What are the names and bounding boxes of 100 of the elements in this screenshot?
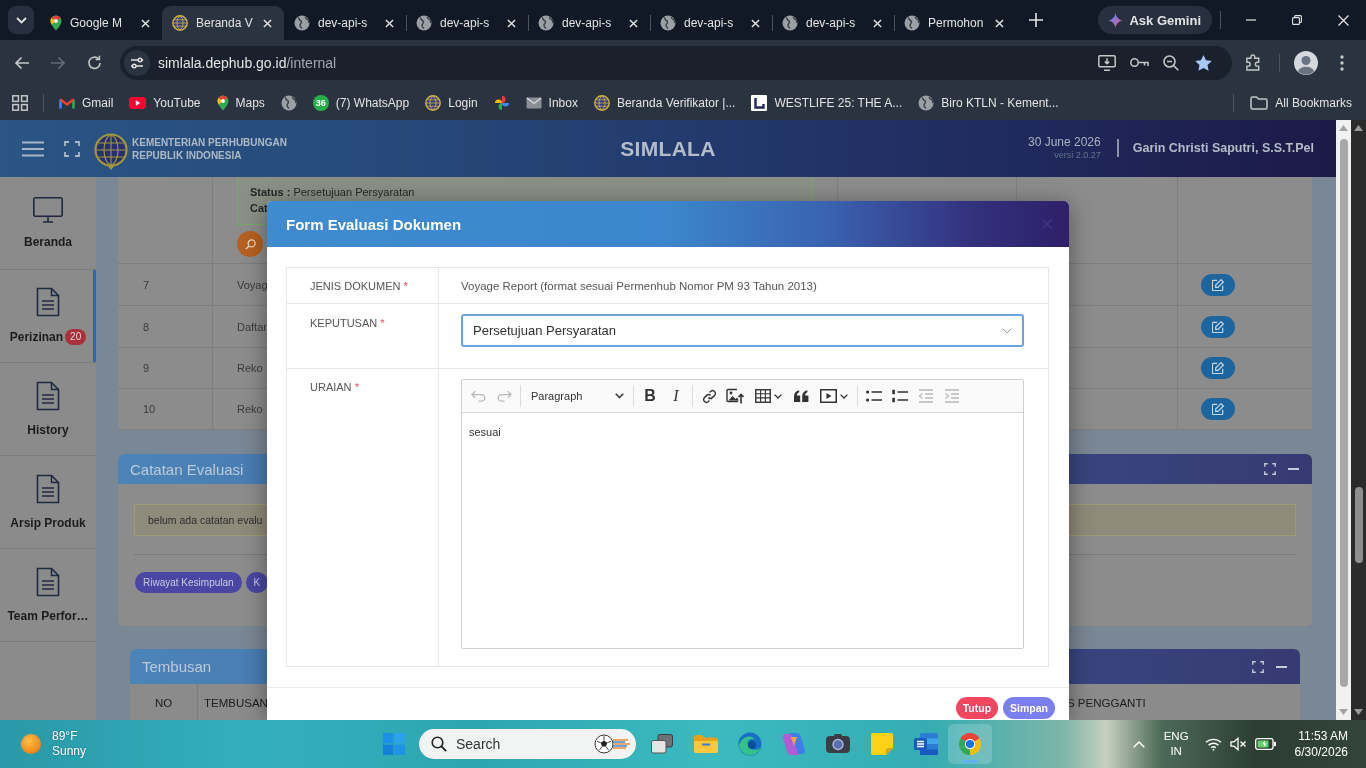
install-app-icon[interactable] — [1098, 54, 1116, 71]
chevron-down-icon — [773, 393, 782, 399]
bookmark-link[interactable]: Inbox — [517, 88, 586, 117]
search-box[interactable]: Search — [419, 729, 636, 759]
bookmark-link[interactable]: Maps — [208, 88, 273, 117]
zoom-out-icon[interactable] — [1163, 54, 1179, 71]
more-menu-icon[interactable] — [1340, 54, 1344, 71]
expand-icon[interactable] — [1264, 463, 1276, 475]
map-pin-icon — [216, 94, 229, 111]
quote-icon[interactable] — [793, 390, 809, 402]
globe-icon — [416, 15, 432, 31]
browser-tab[interactable]: dev-api-s — [284, 6, 406, 40]
document-icon — [36, 567, 60, 597]
address-bar[interactable]: simlala.dephub.go.id/internal — [120, 45, 1232, 80]
key-icon[interactable] — [1129, 57, 1149, 68]
pinwheel-icon[interactable] — [493, 94, 510, 111]
document-name: Reko — [237, 362, 263, 374]
ministry-name: REPUBLIK INDONESIA — [132, 148, 243, 162]
paragraph-dropdown[interactable]: Paragraph — [524, 390, 630, 402]
ask-gemini-button[interactable]: Ask Gemini — [1098, 6, 1212, 34]
search-button[interactable] — [237, 231, 263, 257]
image-upload-icon[interactable] — [726, 388, 744, 404]
numbered-list-icon[interactable] — [892, 389, 908, 403]
link-icon[interactable] — [701, 388, 717, 404]
bookmark-link[interactable]: Beranda Verifikator |... — [585, 88, 744, 117]
card-title: Catatan Evaluasi — [130, 460, 245, 478]
scrollbar-thumb[interactable] — [1339, 139, 1348, 687]
action-button[interactable]: K — [245, 572, 269, 593]
column-header: NO — [154, 696, 173, 709]
browser-tab[interactable]: Beranda V — [162, 6, 284, 40]
fullscreen-icon[interactable] — [64, 140, 80, 157]
browser-tab[interactable]: dev-api-s — [528, 6, 650, 40]
row-number: 9 — [143, 362, 150, 374]
document-app-icon — [914, 733, 938, 755]
bold-button[interactable]: B — [637, 383, 663, 409]
restore-icon[interactable] — [1292, 15, 1302, 25]
wifi-icon[interactable] — [1204, 737, 1222, 751]
scrollbar[interactable] — [1351, 120, 1366, 720]
star-icon[interactable] — [1194, 54, 1212, 71]
globe-icon[interactable] — [280, 94, 297, 111]
chevron-up-icon[interactable] — [1132, 740, 1145, 748]
camera-icon — [826, 734, 850, 754]
browser-tab[interactable]: dev-api-s — [772, 6, 894, 40]
profile-avatar-icon[interactable] — [1294, 50, 1318, 75]
media-icon[interactable] — [820, 389, 837, 403]
globe-icon — [904, 15, 920, 31]
close-button[interactable]: Tutup — [955, 697, 999, 719]
bulleted-list-icon[interactable] — [866, 390, 882, 402]
browser-tab[interactable]: Google M — [40, 6, 162, 40]
all-bookmarks-button[interactable]: All Bookmarks — [1242, 88, 1366, 117]
battery-icon[interactable] — [1254, 738, 1276, 750]
plus-icon[interactable] — [1029, 13, 1043, 27]
browser-tab[interactable]: Permohon — [894, 6, 1016, 40]
reload-icon[interactable] — [86, 55, 102, 70]
expand-icon[interactable] — [1252, 660, 1264, 673]
browser-tab[interactable]: dev-api-s — [406, 6, 528, 40]
clock[interactable]: 11:53 AM 6/30/2026 — [1294, 728, 1348, 760]
browser-wheel-icon — [958, 732, 982, 756]
field-label: JENIS DOKUMEN * — [310, 280, 408, 292]
active-indicator — [962, 760, 978, 763]
edit-button[interactable] — [1201, 398, 1235, 420]
back-icon[interactable] — [14, 55, 30, 70]
bookmark-link[interactable]: WESTLIFE 25: THE A... — [743, 88, 911, 117]
weather-text: Sunny — [52, 744, 87, 759]
decision-select[interactable]: Persetujuan Persyaratan — [461, 314, 1024, 347]
column-header: TEMBUSAN — [204, 696, 268, 709]
bookmark-link[interactable]: 36 (7) WhatsApp — [304, 88, 418, 117]
browser-tab[interactable]: dev-api-s — [650, 6, 772, 40]
bookmark-link[interactable]: Login — [417, 88, 486, 117]
play-icon — [129, 96, 147, 109]
table-icon[interactable] — [754, 389, 771, 403]
tab-search-button[interactable] — [8, 6, 34, 34]
edit-button[interactable] — [1201, 315, 1235, 338]
puzzle-icon[interactable] — [1244, 54, 1262, 71]
scrollbar-thumb[interactable] — [1354, 487, 1363, 563]
edit-button[interactable] — [1201, 273, 1235, 296]
version-text: versi 2.0.27 — [1054, 150, 1101, 161]
speaker-muted-icon[interactable] — [1229, 737, 1247, 751]
menu-icon[interactable] — [22, 140, 44, 157]
scrollbar[interactable] — [1336, 120, 1351, 720]
site-settings-icon[interactable] — [124, 49, 150, 76]
chevron-down-icon — [1002, 327, 1012, 334]
edit-button[interactable] — [1201, 357, 1235, 379]
language-button[interactable]: ENG IN — [1163, 729, 1189, 759]
dialog-title: Form Evaluasi Dokumen — [286, 215, 463, 233]
document-name: Daftar — [237, 320, 267, 333]
start-icon[interactable] — [383, 733, 405, 755]
bookmark-link[interactable]: Gmail — [51, 88, 122, 117]
apps-grid-icon[interactable] — [12, 94, 28, 111]
edit-icon — [1212, 403, 1224, 415]
tile-icon — [751, 94, 768, 111]
field-label: URAIAN * — [310, 381, 359, 393]
minus-icon[interactable] — [1276, 665, 1287, 668]
emblem-icon — [425, 94, 442, 111]
italic-button[interactable]: I — [663, 383, 689, 409]
history-button[interactable]: Riwayat Kesimpulan — [135, 572, 242, 593]
taskbar-button[interactable] — [948, 724, 992, 764]
bookmark-link[interactable]: Biro KTLN - Kement... — [910, 88, 1067, 117]
globe-icon — [538, 15, 554, 31]
bookmark-link[interactable]: YouTube — [121, 88, 209, 117]
